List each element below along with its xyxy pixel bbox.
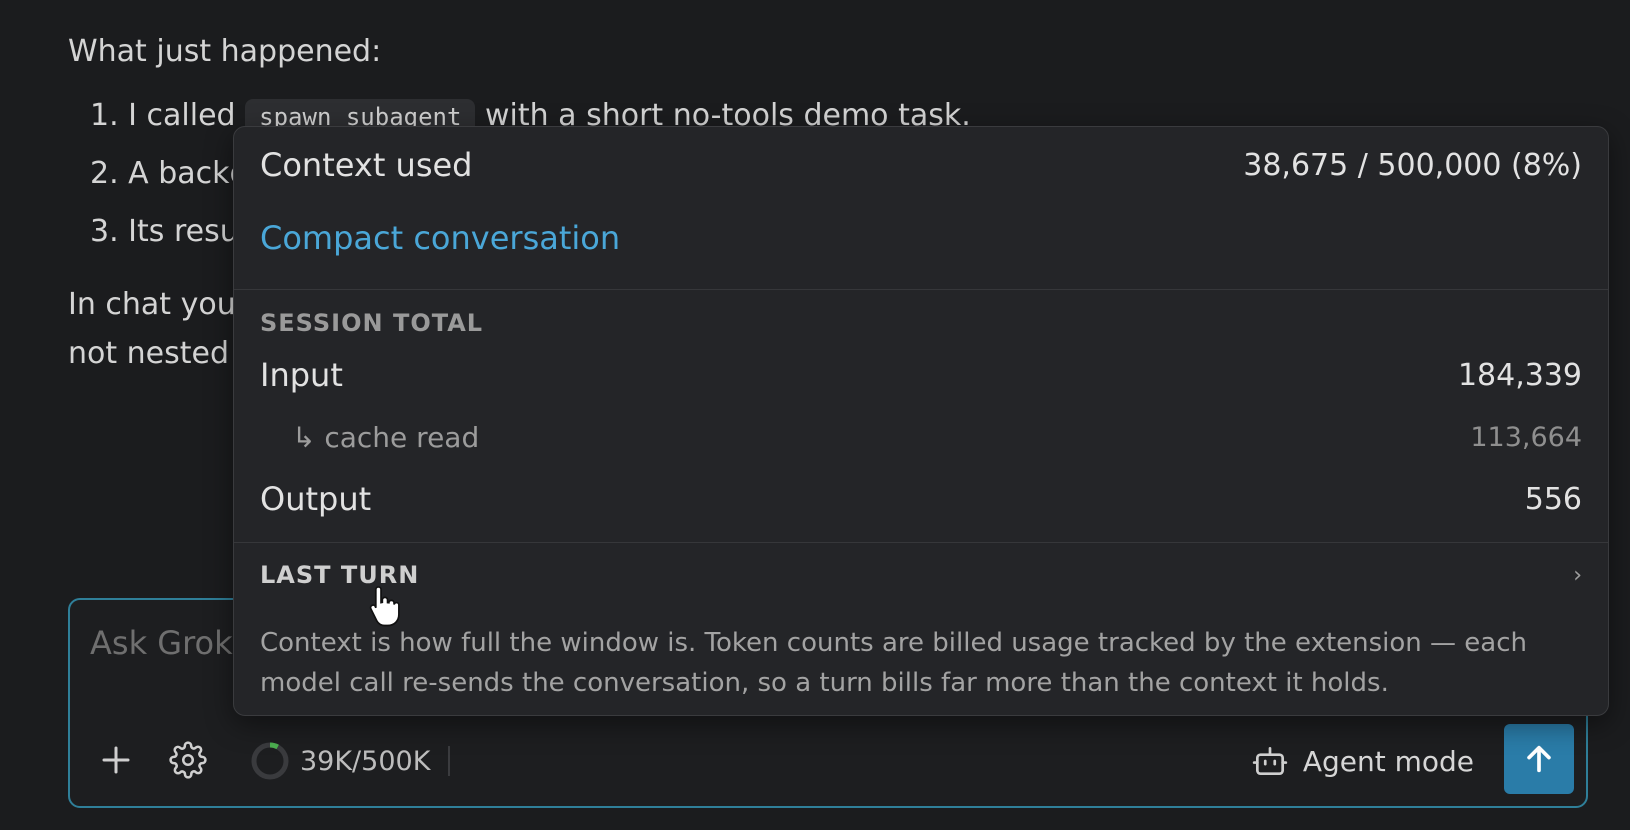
input-row: Input 184,339 (260, 353, 1582, 397)
context-usage-popover: Context used 38,675 / 500,000 (8%) Compa… (233, 126, 1609, 716)
list-text: A backg (128, 156, 249, 191)
paragraph-line: In chat you (68, 287, 236, 322)
last-turn-toggle[interactable]: LAST TURN (260, 561, 419, 589)
plus-icon (102, 746, 130, 774)
list-number: 3. (90, 214, 119, 249)
agent-mode-label: Agent mode (1302, 744, 1474, 778)
output-label: Output (260, 480, 372, 518)
session-total-title: SESSION TOTAL (260, 309, 484, 337)
output-row: Output 556 (260, 477, 1582, 521)
divider (234, 542, 1608, 543)
context-ring-icon (251, 742, 289, 780)
robot-icon (1252, 746, 1287, 776)
list-number: 2. (90, 156, 119, 191)
context-used-row: Context used 38,675 / 500,000 (8%) (260, 143, 1582, 187)
input-label: Input (260, 356, 343, 394)
chevron-right-icon[interactable]: › (1573, 563, 1582, 588)
cache-read-value: 113,664 (1470, 421, 1582, 453)
list-text: I called (128, 98, 236, 133)
cache-read-row: ↳ cache read 113,664 (292, 417, 1582, 457)
context-used-label: Context used (260, 146, 473, 184)
paragraph-line: not nested (68, 336, 230, 371)
gear-icon (169, 741, 207, 779)
list-number: 1. (90, 98, 119, 133)
cache-read-label: ↳ cache read (292, 420, 480, 454)
output-value: 556 (1524, 481, 1582, 517)
list-text: Its resul (128, 214, 248, 249)
agent-mode-button[interactable]: Agent mode (1251, 738, 1474, 784)
context-used-value: 38,675 / 500,000 (8%) (1243, 147, 1582, 183)
input-value: 184,339 (1457, 357, 1582, 393)
usage-explanation: Context is how full the window is. Token… (260, 628, 1528, 698)
chat-paragraph: In chat you not nested (68, 280, 236, 378)
context-meter[interactable]: 39K/500K (250, 736, 451, 786)
compact-conversation-link[interactable]: Compact conversation (260, 219, 620, 257)
settings-button[interactable] (166, 738, 210, 782)
composer-toolbar: 39K/500K Agent mode (70, 716, 1586, 806)
divider (234, 289, 1608, 290)
context-label: 39K/500K (300, 745, 431, 777)
divider (448, 746, 451, 776)
arrow-up-icon (1527, 745, 1551, 773)
chat-heading: What just happened: (68, 34, 382, 69)
send-button[interactable] (1504, 724, 1574, 794)
add-button[interactable] (94, 738, 138, 782)
